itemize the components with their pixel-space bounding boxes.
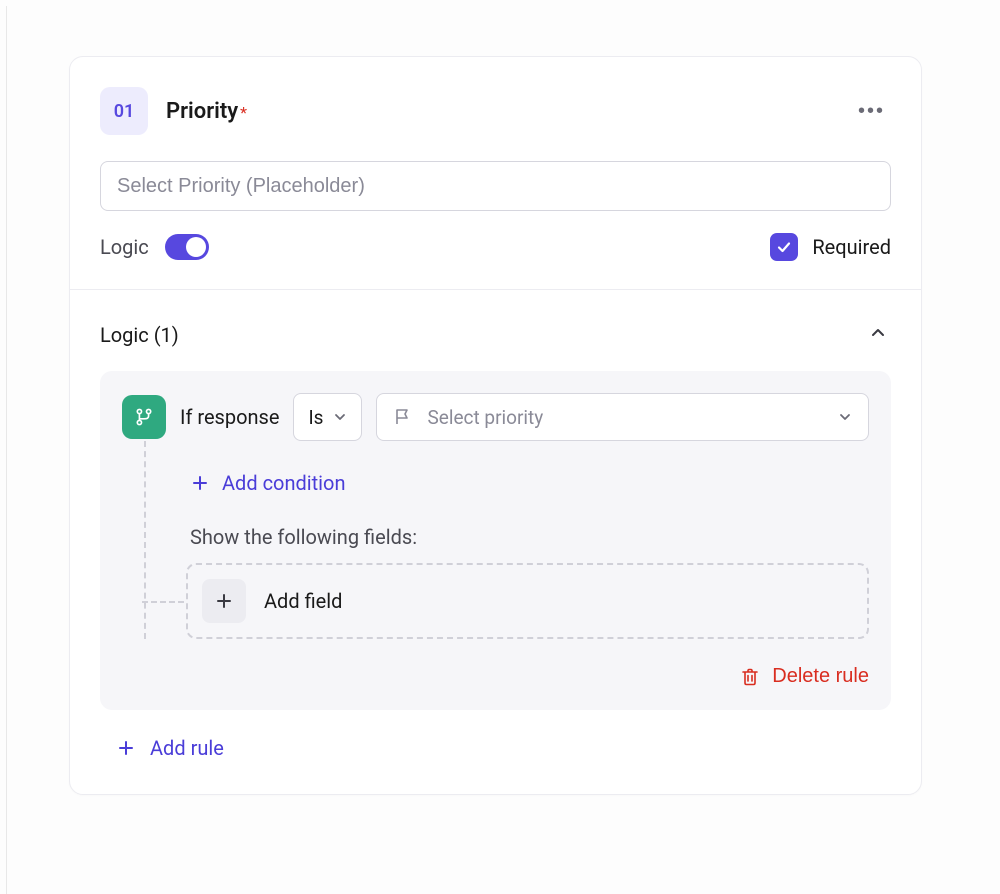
card-top-section: 01 Priority* ••• Logic [70,57,921,289]
more-options-button[interactable]: ••• [852,95,891,127]
logic-toggle[interactable] [165,234,209,260]
card-bottom-section: Logic (1) [70,290,921,794]
required-star: * [240,103,247,122]
show-fields-label: Show the following fields: [190,525,869,549]
flag-icon [393,407,413,427]
check-icon [776,239,792,255]
add-rule-label: Add rule [150,736,224,760]
logic-toggle-label: Logic [100,235,149,259]
trash-icon [740,667,760,687]
collapse-button[interactable] [865,320,891,349]
plus-icon [190,473,210,493]
rule-condition-row: If response Is Select priority [122,393,869,441]
rule-card: If response Is Select priority [100,371,891,710]
logic-section-title: Logic (1) [100,323,179,347]
add-field-plus-box [202,579,246,623]
card-header: 01 Priority* ••• [100,87,891,135]
if-response-label: If response [180,405,279,429]
chevron-down-icon [838,410,852,424]
branch-icon [133,406,155,428]
field-title-wrap: Priority* [166,99,247,124]
logic-section-header[interactable]: Logic (1) [100,320,891,349]
required-checkbox[interactable] [770,233,798,261]
delete-row: Delete rule [122,665,869,688]
value-select[interactable]: Select priority [376,393,869,441]
add-field-button[interactable]: Add field [186,563,869,639]
field-card: 01 Priority* ••• Logic [69,56,922,795]
required-group: Required [770,233,891,261]
operator-select[interactable]: Is [293,393,362,441]
chevron-up-icon [869,324,887,342]
plus-icon [214,591,234,611]
plus-icon [116,738,136,758]
chevron-down-icon [333,410,347,424]
delete-rule-button[interactable]: Delete rule [740,665,869,688]
priority-select-input[interactable] [100,161,891,211]
add-field-label: Add field [264,589,342,613]
add-condition-button[interactable]: Add condition [190,471,869,495]
rule-icon-badge [122,395,166,439]
rule-body: Add condition Show the following fields:… [144,441,869,639]
page-container: 01 Priority* ••• Logic [6,6,1000,894]
field-title: Priority [166,99,238,124]
field-number-badge: 01 [100,87,148,135]
add-condition-label: Add condition [222,471,346,495]
more-icon: ••• [858,100,885,122]
operator-value: Is [308,406,323,429]
add-rule-button[interactable]: Add rule [100,736,891,760]
value-placeholder: Select priority [427,406,824,429]
delete-rule-label: Delete rule [772,665,869,688]
toggle-knob [186,237,206,257]
required-label: Required [812,235,891,259]
controls-row: Logic Required [100,233,891,261]
